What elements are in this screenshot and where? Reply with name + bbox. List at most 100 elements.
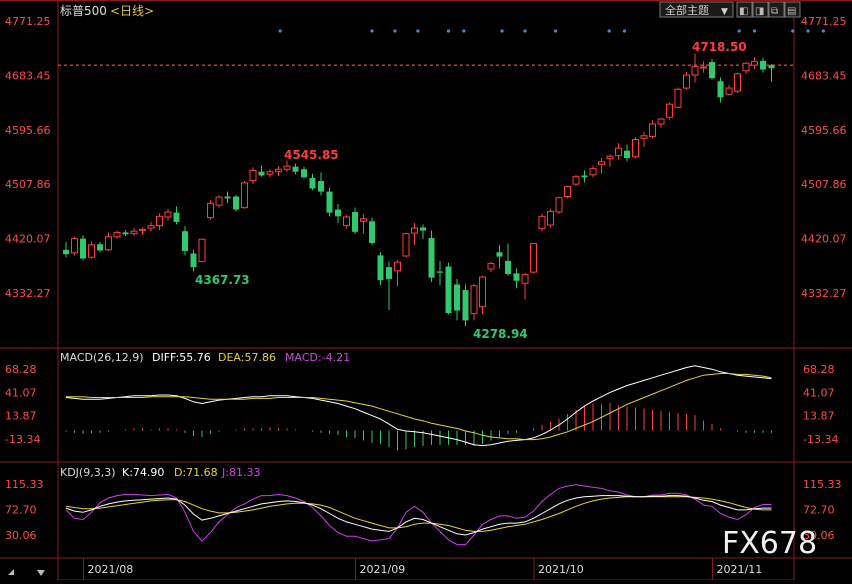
candle [760,57,766,73]
candle [198,238,206,263]
candle [555,196,563,214]
candle-body [258,171,265,176]
event-marker [370,29,374,33]
macd-tick-left: 41.07 [5,386,37,399]
candle [369,217,375,245]
candle-body [505,260,511,274]
period-label[interactable]: <日线> [110,4,154,18]
candle [530,242,537,274]
candle [343,215,350,229]
event-marker [278,29,282,33]
candle [309,173,316,191]
price-tick-left: 4683.45 [5,69,51,82]
candle [71,236,78,256]
price-tick-right: 4595.66 [801,124,847,137]
x-tick-label: 2021/11 [717,563,763,576]
local-high-label: 4545.85 [284,148,339,162]
candle [538,213,546,232]
candle-body [88,244,95,258]
kdj-d-label: D:71.68 [174,466,218,479]
candle [224,191,231,204]
kdj-tick-left: 30.06 [5,529,37,542]
candle-body [215,196,223,206]
event-marker [446,29,451,33]
candle-body [454,284,460,311]
price-tick-left: 4420.07 [5,233,51,246]
candle-body [530,243,537,273]
price-tick-left: 4507.86 [5,178,51,191]
candle-body [428,238,435,278]
candle [402,232,410,258]
candle [657,117,665,128]
candle-body [309,177,316,189]
candle [624,144,630,162]
price-tick-right: 4771.25 [801,15,847,28]
candle-body [742,62,750,72]
candle [411,223,418,245]
candle-body [233,196,239,210]
candle-body [470,285,478,315]
scroll-right-icon[interactable] [37,570,45,576]
macd-dif-line [65,365,772,447]
candle [258,165,265,177]
candle [751,57,758,69]
macd-axis: 68.28 68.28 41.07 41.07 13.87 13.87 -13.34 -13.… [5,363,838,446]
candle-body [377,255,384,281]
candle-body [632,139,639,158]
candle [420,224,426,240]
x-tick-label: 2021/10 [538,563,584,576]
macd-dif-label: DIFF:55.76 [152,351,211,364]
candle-body [292,166,299,172]
watermark: FX678 [722,526,817,561]
macd-tick-right: 68.28 [803,363,835,376]
candle-body [624,150,630,159]
event-marker [622,29,627,33]
chart-header: 标普500 <日线> 全部主题 ▼ ◧ ◨ ⧉ ▤ [60,1,801,18]
candle-body [496,252,503,257]
candle [674,87,682,109]
candle-body [105,236,112,251]
kdj-tick-left: 115.33 [5,478,44,491]
scroll-left-icon[interactable] [8,569,14,575]
candle-body [369,221,375,243]
candle [80,235,86,261]
candle [598,158,605,174]
candle [717,77,724,103]
candle-body [147,225,155,229]
candle-body [700,66,707,69]
candle [326,187,333,217]
symbol-title: 标普500 [60,4,107,18]
kdj-j-label: J:81.33 [221,466,260,479]
candle-body [113,231,121,238]
macd-title: MACD(26,12,9) [60,351,144,364]
candle-body [751,60,758,66]
candle-body [241,182,248,209]
candle-body [538,215,546,230]
float-window-icon: ⧉ [771,6,778,17]
candle [683,71,690,90]
kdj-d-line [65,496,772,532]
candle [649,120,656,139]
candle [266,169,274,178]
window-buttons: ◧ ◨ ⧉ ▤ [736,1,801,18]
candle-body [657,118,665,125]
candle [691,53,699,83]
candle [589,165,597,178]
candle [63,241,69,258]
candle [700,61,707,73]
candle [182,226,188,256]
candle [666,102,673,120]
candle-body [130,230,138,235]
candle-body [402,233,410,257]
candle [581,170,588,183]
candle-body [445,266,452,313]
candle [105,232,112,252]
macd-tick-right: 41.07 [803,386,835,399]
candle-body [326,191,333,213]
candle [113,230,121,239]
candle-body [674,88,682,108]
candle-body [207,202,214,219]
candle [301,166,307,179]
event-marker [791,29,795,33]
event-marker [500,29,504,33]
